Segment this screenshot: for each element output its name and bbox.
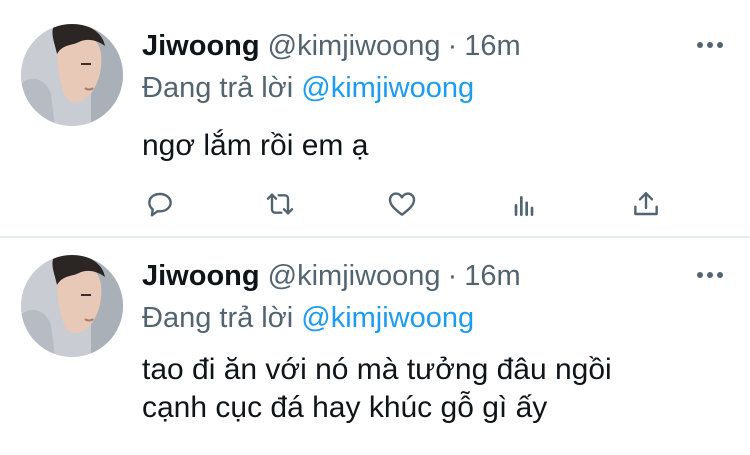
author-name[interactable]: Jiwoong — [142, 260, 260, 292]
reply-prefix: Đang trả lời — [142, 302, 302, 334]
avatar[interactable] — [21, 255, 123, 357]
author-handle[interactable]: @kimjiwoong — [268, 260, 441, 292]
avatar[interactable] — [21, 24, 123, 126]
timestamp[interactable]: 16m — [464, 30, 520, 62]
tweet-text: ngơ lắm rồi em ạ — [142, 127, 722, 165]
reply-mention[interactable]: @kimjiwoong — [301, 72, 474, 104]
tweet-header: Jiwoong @kimjiwoong · 16m — [142, 260, 521, 292]
tweet-header: Jiwoong @kimjiwoong · 16m — [142, 30, 521, 62]
reply-context: Đang trả lời @kimjiwoong — [142, 302, 474, 334]
tweet-text: tao đi ăn với nó mà tưởng đâu ngồi cạnh … — [142, 351, 722, 427]
tweet[interactable]: Jiwoong @kimjiwoong · 16m Đang trả lời @ki… — [0, 0, 750, 238]
tweet-text-line: ngơ lắm rồi em ạ — [142, 129, 369, 162]
more-icon[interactable] — [695, 268, 725, 280]
more-icon[interactable] — [695, 38, 725, 50]
tweet-text-line: tao đi ăn với nó mà tưởng đâu ngồi — [142, 353, 612, 386]
reply-prefix: Đang trả lời — [142, 72, 302, 104]
separator: · — [447, 260, 458, 292]
separator: · — [447, 30, 458, 62]
share-icon[interactable] — [628, 186, 664, 222]
action-bar — [142, 186, 672, 222]
author-handle[interactable]: @kimjiwoong — [268, 30, 441, 62]
avatar-photo — [21, 255, 123, 357]
reply-context: Đang trả lời @kimjiwoong — [142, 72, 474, 104]
timestamp[interactable]: 16m — [464, 260, 520, 292]
reply-mention[interactable]: @kimjiwoong — [301, 302, 474, 334]
like-icon[interactable] — [384, 186, 420, 222]
tweet-text-line: cạnh cục đá hay khúc gỗ gì ấy — [142, 391, 548, 424]
retweet-icon[interactable] — [262, 186, 298, 222]
tweet[interactable]: Jiwoong @kimjiwoong · 16m Đang trả lời @ki… — [0, 238, 750, 455]
avatar-photo — [21, 24, 123, 126]
analytics-icon[interactable] — [506, 186, 542, 222]
author-name[interactable]: Jiwoong — [142, 30, 260, 62]
reply-icon[interactable] — [142, 186, 178, 222]
